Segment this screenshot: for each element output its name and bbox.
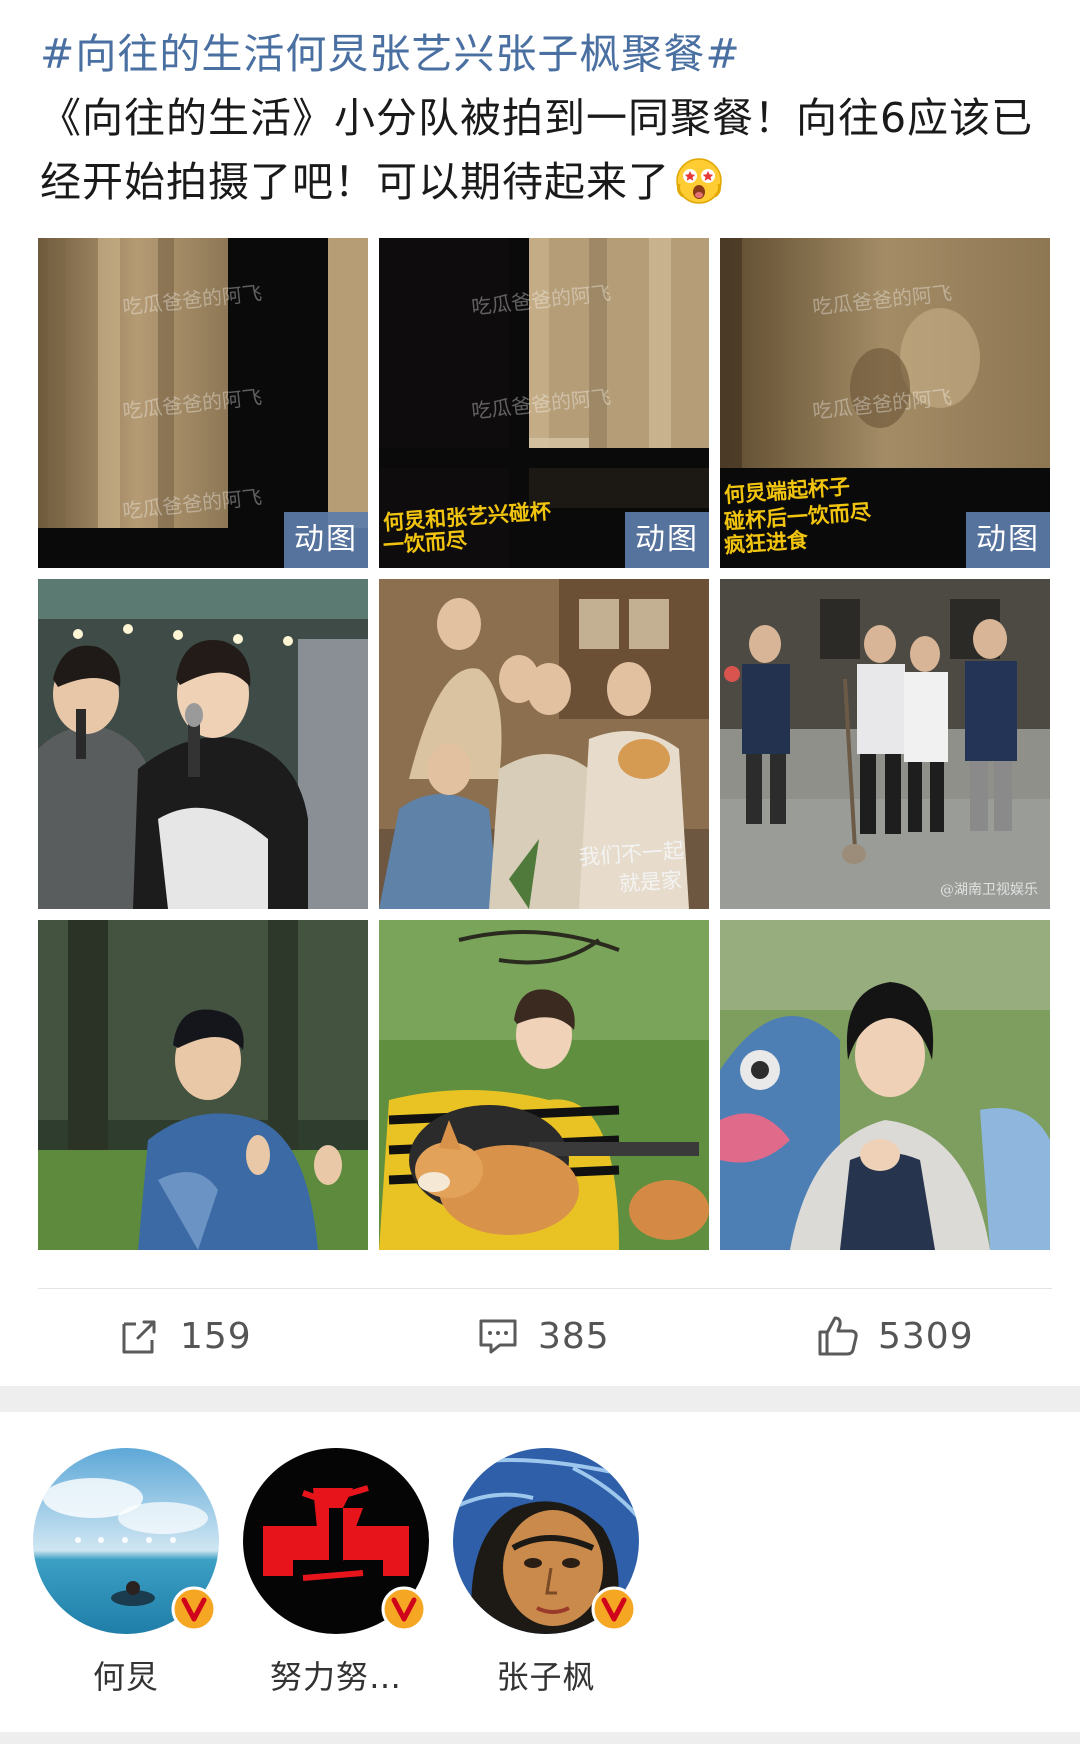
guitar-dog-photo	[379, 920, 709, 1250]
post-image-6[interactable]: @湖南卫视娱乐	[720, 579, 1050, 909]
mentioned-users: 何炅 努力努… 张子枫	[0, 1412, 1080, 1732]
image-grid: 吃瓜爸爸的阿飞 吃瓜爸爸的阿飞 吃瓜爸爸的阿飞 动图 吃瓜爸爸的阿飞 吃瓜爸爸的…	[38, 238, 1052, 1252]
repost-button[interactable]: 159	[118, 1289, 252, 1383]
post-image-5[interactable]: 我们不一起 就是家	[379, 579, 709, 909]
verified-badge-icon	[381, 1586, 427, 1632]
section-separator	[0, 1732, 1080, 1744]
comment-count: 385	[538, 1315, 610, 1357]
topic-hashtag[interactable]: #向往的生活何炅张艺兴张子枫聚餐#	[40, 30, 741, 78]
mentioned-user-1[interactable]: 何炅	[33, 1448, 223, 1698]
user-name: 努力努…	[269, 1658, 402, 1696]
post-image-2[interactable]: 吃瓜爸爸的阿飞 吃瓜爸爸的阿飞 何炅和张艺兴碰杯 一饮而尽 动图	[379, 238, 709, 568]
repost-count: 159	[180, 1315, 252, 1357]
share-icon	[122, 1320, 156, 1354]
post-image-1[interactable]: 吃瓜爸爸的阿飞 吃瓜爸爸的阿飞 吃瓜爸爸的阿飞 动图	[38, 238, 368, 568]
like-count: 5309	[878, 1315, 974, 1357]
star-eyes-emoji	[676, 158, 722, 204]
farm-group-photo	[720, 579, 1050, 909]
section-separator	[0, 1386, 1080, 1412]
post-image-3[interactable]: 吃瓜爸爸的阿飞 吃瓜爸爸的阿飞 何炅端起杯子 碰杯后一饮而尽 疯狂进食 动图	[720, 238, 1050, 568]
user-name: 何炅	[92, 1658, 159, 1696]
post-image-4[interactable]	[38, 579, 368, 909]
gif-badge: 动图	[625, 512, 709, 568]
like-button[interactable]: 5309	[816, 1289, 974, 1383]
mentioned-user-3[interactable]: 张子枫	[453, 1448, 643, 1698]
avatar	[453, 1448, 639, 1634]
post-image-8[interactable]	[379, 920, 709, 1250]
mentioned-user-2[interactable]: 努力努…	[243, 1448, 433, 1698]
comment-icon	[479, 1319, 517, 1354]
thumbs-up-icon	[818, 1316, 858, 1356]
avatar	[33, 1448, 219, 1634]
gif-badge: 动图	[966, 512, 1050, 568]
post-body: 《向往的生活》小分队被拍到一同聚餐！向往6应该已经开始拍摄了吧！可以期待起来了	[40, 94, 1034, 206]
post-image-9[interactable]	[720, 920, 1050, 1250]
image-watermark: @湖南卫视娱乐	[940, 882, 1038, 898]
weibo-post: #向往的生活何炅张艺兴张子枫聚餐# 《向往的生活》小分队被拍到一同聚餐！向往6应…	[0, 0, 1080, 1386]
verified-badge-icon	[171, 1586, 217, 1632]
gif-badge: 动图	[284, 512, 368, 568]
verified-badge-icon	[591, 1586, 637, 1632]
avatar	[243, 1448, 429, 1634]
girl-with-kite-photo	[720, 920, 1050, 1250]
action-bar: 159 385 5309	[0, 1289, 1080, 1383]
post-image-7[interactable]	[38, 920, 368, 1250]
image-caption: 就是家	[618, 867, 683, 897]
post-text: #向往的生活何炅张艺兴张子枫聚餐# 《向往的生活》小分队被拍到一同聚餐！向往6应…	[40, 22, 1050, 214]
comment-button[interactable]: 385	[476, 1289, 610, 1383]
man-clapping-photo	[38, 920, 368, 1250]
user-name: 张子枫	[496, 1658, 596, 1696]
two-men-microphones-photo	[38, 579, 368, 909]
